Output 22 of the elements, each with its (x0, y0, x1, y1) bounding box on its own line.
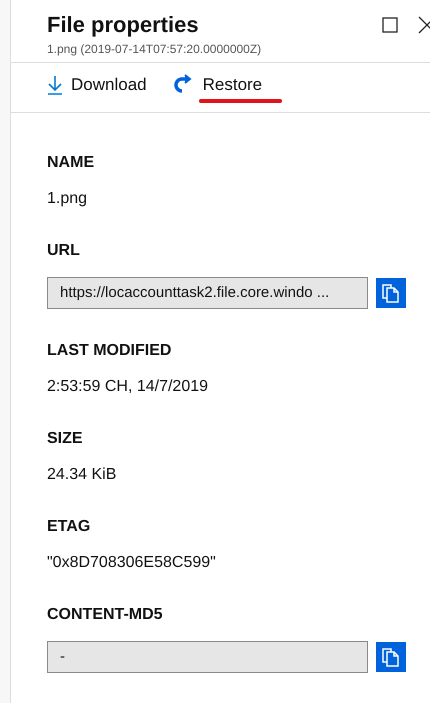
copy-icon (382, 647, 400, 667)
maximize-icon[interactable] (382, 17, 398, 33)
panel-title: File properties (47, 11, 200, 39)
readonly-field[interactable]: - (47, 641, 368, 673)
download-icon (47, 74, 63, 94)
property-value: 24.34 KiB (47, 465, 118, 485)
readonly-field[interactable]: https://locaccounttask2.file.core.windo ... (47, 277, 368, 309)
copy-button[interactable] (376, 642, 406, 672)
toolbar-button[interactable]: Restore (172, 72, 262, 100)
property-value: "0x8D708306E58C599" (47, 553, 217, 573)
property-label: URL (47, 241, 81, 261)
panel-subtitle: 1.png (2019-07-14T07:57:20.0000000Z) (47, 41, 262, 58)
property-label: ETAG (47, 517, 92, 537)
toolbar-button[interactable]: Download (47, 72, 147, 100)
property-label: CONTENT-MD5 (47, 605, 164, 625)
property-label: LAST MODIFIED (47, 341, 172, 361)
copy-icon (382, 283, 400, 303)
property-value: 2:53:59 CH, 14/7/2019 (47, 377, 210, 397)
property-value: 1.png (47, 189, 88, 209)
property-label: NAME (47, 153, 96, 173)
copy-button[interactable] (376, 278, 406, 308)
property-label: SIZE (47, 429, 84, 449)
